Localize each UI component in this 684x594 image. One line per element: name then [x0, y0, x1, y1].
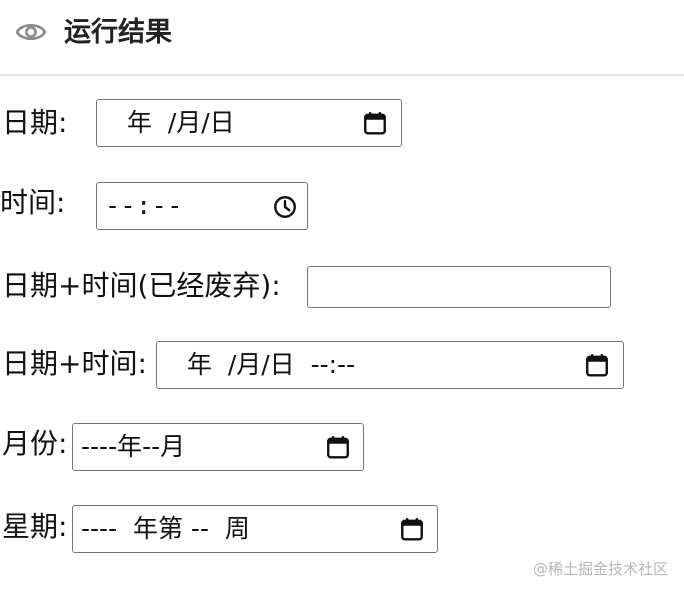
- header-title: 运行结果: [64, 17, 172, 48]
- result-panel-header: 运行结果: [0, 0, 684, 76]
- watermark: @稀土掘金技术社区: [532, 560, 668, 578]
- date-label: 日期:: [2, 106, 68, 139]
- date-input[interactable]: 年 /月/日: [96, 99, 402, 147]
- calendar-icon[interactable]: [399, 516, 425, 542]
- month-label: 月份:: [2, 427, 68, 460]
- datetime-local-label: 日期+时间:: [2, 347, 147, 380]
- datetime-deprecated-input[interactable]: [307, 266, 611, 308]
- time-input[interactable]: --:--: [96, 182, 308, 230]
- week-input-value: ---- 年第 -- 周: [81, 514, 250, 543]
- time-input-value: --:--: [105, 191, 183, 220]
- date-row: 日期: 年 /月/日: [0, 99, 420, 149]
- datetime-local-value: 年 /月/日 --:--: [179, 350, 356, 379]
- week-label: 星期:: [2, 510, 68, 543]
- week-input[interactable]: ---- 年第 -- 周: [72, 505, 438, 553]
- clock-icon[interactable]: [272, 194, 298, 220]
- week-row: 星期: ---- 年第 -- 周: [0, 505, 440, 555]
- datetime-local-input[interactable]: 年 /月/日 --:--: [156, 341, 624, 389]
- calendar-icon[interactable]: [362, 110, 388, 136]
- calendar-icon[interactable]: [584, 352, 610, 378]
- month-input[interactable]: ----年--月: [72, 423, 364, 471]
- month-input-value: ----年--月: [81, 432, 186, 461]
- month-row: 月份: ----年--月: [0, 423, 370, 473]
- calendar-icon[interactable]: [325, 434, 351, 460]
- date-input-value: 年 /月/日: [119, 108, 235, 137]
- time-label: 时间:: [0, 186, 66, 219]
- datetime-local-row: 日期+时间: 年 /月/日 --:--: [0, 341, 630, 391]
- datetime-deprecated-label: 日期+时间(已经废弃):: [2, 269, 281, 302]
- eye-icon: [15, 23, 47, 41]
- datetime-deprecated-row: 日期+时间(已经废弃):: [0, 266, 620, 316]
- time-row: 时间: --:--: [0, 182, 320, 232]
